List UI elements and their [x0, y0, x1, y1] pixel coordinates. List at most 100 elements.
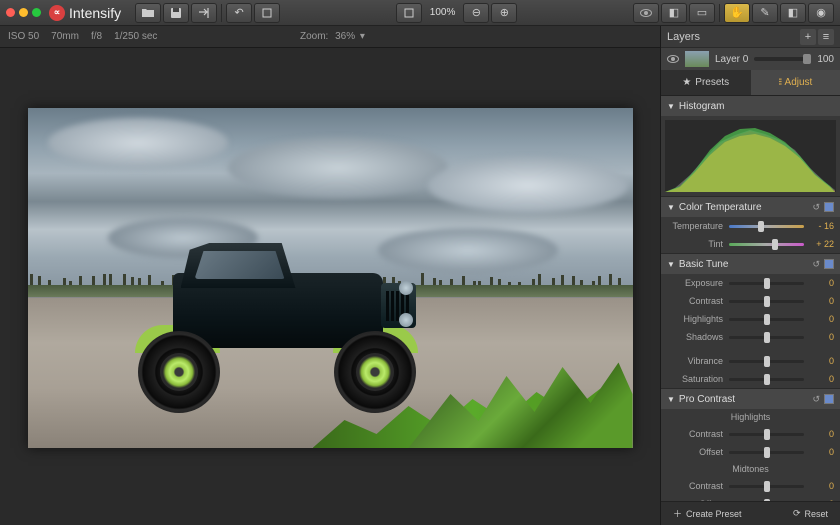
param-label: Contrast [667, 481, 723, 491]
gradient-tool[interactable]: ◉ [808, 3, 834, 23]
param-row: Highlights 0 [661, 310, 840, 328]
param-slider[interactable] [729, 485, 804, 488]
undo-button[interactable]: ↶ [226, 3, 252, 23]
section-checkbox[interactable] [824, 202, 834, 212]
param-value: 0 [810, 481, 834, 491]
image-canvas[interactable] [28, 108, 633, 448]
brush-tool[interactable]: ✎ [752, 3, 778, 23]
param-slider[interactable] [729, 300, 804, 303]
layer-opacity-value: 100 [817, 54, 834, 65]
jeep-subject [123, 243, 408, 413]
section-histogram: ▼Histogram [661, 96, 840, 197]
param-value: 0 [810, 296, 834, 306]
zoom-label: Zoom: [300, 31, 328, 42]
save-button[interactable] [163, 3, 189, 23]
section-checkbox[interactable] [824, 394, 834, 404]
add-layer-button[interactable]: + [800, 29, 816, 45]
color-temp-header[interactable]: ▼Color Temperature↺ [661, 197, 840, 217]
app-logo: ∝ Intensify [49, 5, 121, 21]
param-slider[interactable] [729, 336, 804, 339]
shutter-value: 1/250 sec [114, 31, 157, 42]
canvas-area[interactable] [0, 48, 660, 525]
refresh-icon: ⟳ [793, 508, 801, 519]
param-row: Exposure 0 [661, 274, 840, 292]
eraser-tool[interactable]: ◧ [780, 3, 806, 23]
tab-presets[interactable]: ★ Presets [661, 70, 751, 96]
param-row: Contrast0 [661, 292, 840, 310]
param-value: + 22 [810, 239, 834, 249]
top-toolbar: ∝ Intensify ↶ 100% ⊖ ⊕ ◧ ▭ ✋ ✎ ◧ ◉ [0, 0, 840, 26]
reset-icon[interactable]: ↺ [812, 394, 820, 405]
fit-button[interactable] [396, 3, 422, 23]
layer-menu-button[interactable]: ≡ [818, 29, 834, 45]
reset-icon[interactable]: ↺ [812, 259, 820, 270]
param-value: 0 [810, 429, 834, 439]
hand-tool[interactable]: ✋ [724, 3, 750, 23]
param-value: 0 [810, 356, 834, 366]
basic-tune-header[interactable]: ▼Basic Tune↺ [661, 254, 840, 274]
param-slider[interactable] [729, 378, 804, 381]
param-value: - 16 [810, 221, 834, 231]
param-value: 0 [810, 374, 834, 384]
histogram-header[interactable]: ▼Histogram [661, 96, 840, 116]
layers-title: Layers [667, 31, 700, 43]
param-slider[interactable] [729, 282, 804, 285]
logo-icon: ∝ [49, 5, 65, 21]
pro-contrast-header[interactable]: ▼Pro Contrast↺ [661, 389, 840, 409]
app-name: Intensify [69, 5, 121, 21]
close-icon[interactable] [6, 8, 15, 17]
before-after-button[interactable]: ▭ [689, 3, 715, 23]
param-slider[interactable] [729, 225, 804, 228]
zoom-value[interactable]: 36% [335, 31, 355, 42]
param-slider[interactable] [729, 360, 804, 363]
param-row: Saturation 0 [661, 370, 840, 388]
zoom-pct: 100% [424, 7, 462, 18]
param-value: 0 [810, 278, 834, 288]
crop-button[interactable] [254, 3, 280, 23]
param-row: Temperature - 16 [661, 217, 840, 235]
create-preset-button[interactable]: ＋Create Preset [667, 504, 779, 523]
param-slider[interactable] [729, 243, 804, 246]
iso-value: ISO 50 [8, 31, 39, 42]
layers-header: Layers + ≡ [661, 26, 840, 48]
param-row: Tint+ 22 [661, 235, 840, 253]
compare-button[interactable]: ◧ [661, 3, 687, 23]
layer-opacity-slider[interactable] [754, 57, 811, 61]
open-button[interactable] [135, 3, 161, 23]
param-row: Shadows0 [661, 328, 840, 346]
param-label: Saturation [667, 374, 723, 384]
param-value: 0 [810, 447, 834, 457]
param-value: 0 [810, 314, 834, 324]
param-label: Highlights [667, 314, 723, 324]
param-row: Vibrance0 [661, 352, 840, 370]
zoom-dropdown-icon[interactable]: ▾ [360, 31, 365, 42]
mode-tabs: ★ Presets ⁝⁝ Adjust [661, 70, 840, 96]
layer-row[interactable]: Layer 0 100 [661, 48, 840, 70]
share-button[interactable] [191, 3, 217, 23]
preview-button[interactable] [633, 3, 659, 23]
reset-icon[interactable]: ↺ [812, 202, 820, 213]
param-label: Offset [667, 447, 723, 457]
param-row: Contrast 0 [661, 477, 840, 495]
layer-visibility-icon[interactable] [667, 55, 679, 63]
zoom-out-button[interactable]: ⊖ [463, 3, 489, 23]
layer-name: Layer 0 [715, 54, 748, 65]
param-label: Exposure [667, 278, 723, 288]
tab-adjust[interactable]: ⁝⁝ Adjust [751, 70, 840, 96]
plus-icon: ＋ [673, 507, 682, 520]
layer-thumbnail [685, 51, 709, 67]
param-label: Contrast [667, 429, 723, 439]
param-label: Temperature [667, 221, 723, 231]
minimize-icon[interactable] [19, 8, 28, 17]
zoom-in-button[interactable]: ⊕ [491, 3, 517, 23]
reset-button[interactable]: ⟳Reset [787, 505, 834, 522]
param-row: Contrast 0 [661, 425, 840, 443]
maximize-icon[interactable] [32, 8, 41, 17]
window-controls [6, 8, 41, 17]
param-row: Offset 0 [661, 443, 840, 461]
param-slider[interactable] [729, 318, 804, 321]
param-slider[interactable] [729, 451, 804, 454]
aperture-value: f/8 [91, 31, 102, 42]
section-checkbox[interactable] [824, 259, 834, 269]
param-slider[interactable] [729, 433, 804, 436]
